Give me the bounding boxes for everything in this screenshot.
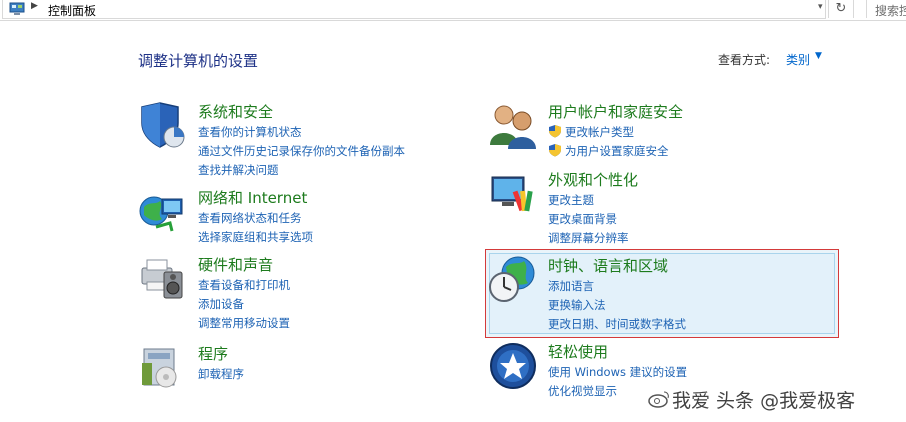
link-network-status[interactable]: 查看网络状态和任务	[198, 209, 313, 228]
link-uninstall-program[interactable]: 卸载程序	[198, 365, 244, 384]
link-devices-printers[interactable]: 查看设备和打印机	[198, 276, 290, 295]
link-label: 为用户设置家庭安全	[565, 144, 669, 158]
breadcrumb-separator-icon[interactable]: ▶	[31, 1, 38, 11]
address-dropdown-icon[interactable]: ▾	[818, 2, 823, 12]
view-by-dropdown[interactable]: 类别	[786, 51, 810, 68]
link-family-safety[interactable]: 为用户设置家庭安全	[548, 142, 669, 161]
clock-globe-icon	[489, 256, 535, 302]
link-troubleshoot[interactable]: 查找并解决问题	[198, 161, 405, 180]
link-windows-suggested-settings[interactable]: 使用 Windows 建议的设置	[548, 363, 687, 382]
link-view-computer-status[interactable]: 查看你的计算机状态	[198, 123, 405, 142]
link-mobility-settings[interactable]: 调整常用移动设置	[198, 314, 290, 333]
uac-shield-icon	[549, 144, 561, 157]
link-screen-resolution[interactable]: 调整屏幕分辨率	[548, 229, 629, 248]
search-placeholder: 搜索控	[875, 4, 906, 18]
link-desktop-background[interactable]: 更改桌面背景	[548, 210, 629, 229]
category-title[interactable]: 硬件和声音	[198, 254, 273, 275]
category-title[interactable]: 轻松使用	[548, 341, 608, 362]
category-title[interactable]: 时钟、语言和区域	[548, 255, 668, 276]
category-title[interactable]: 网络和 Internet	[198, 187, 307, 208]
refresh-button[interactable]: ↻	[828, 0, 854, 18]
programs-box-icon	[142, 348, 177, 388]
category-title[interactable]: 用户帐户和家庭安全	[548, 101, 683, 122]
search-input[interactable]: 搜索控	[866, 0, 906, 18]
link-change-input-method[interactable]: 更换输入法	[548, 296, 686, 315]
view-by-label: 查看方式:	[718, 53, 771, 67]
network-globe-icon	[139, 196, 183, 232]
breadcrumb-control-panel[interactable]: 控制面板	[48, 2, 96, 19]
link-label: 更改帐户类型	[565, 125, 634, 139]
users-icon	[490, 105, 536, 149]
printer-speaker-icon	[141, 259, 183, 299]
link-change-theme[interactable]: 更改主题	[548, 191, 629, 210]
monitor-palette-icon	[491, 176, 533, 212]
watermark-text: 我爱 头条 @我爱极客	[672, 390, 856, 412]
security-shield-icon	[141, 102, 185, 148]
link-add-language[interactable]: 添加语言	[548, 277, 686, 296]
link-homegroup[interactable]: 选择家庭组和共享选项	[198, 228, 313, 247]
category-title[interactable]: 程序	[198, 343, 228, 364]
weibo-logo-icon	[648, 391, 669, 408]
category-title[interactable]: 系统和安全	[198, 101, 273, 122]
control-panel-icon	[9, 2, 25, 15]
link-add-device[interactable]: 添加设备	[198, 295, 290, 314]
uac-shield-icon	[549, 125, 561, 138]
link-file-history[interactable]: 通过文件历史记录保存你的文件备份副本	[198, 142, 405, 161]
ease-of-access-icon	[490, 343, 536, 389]
address-bar: ▶ 控制面板 ▾ ↻ 搜索控	[0, 0, 906, 21]
address-box[interactable]: ▶ 控制面板 ▾	[2, 0, 826, 19]
page-title: 调整计算机的设置	[138, 52, 259, 70]
link-date-time-format[interactable]: 更改日期、时间或数字格式	[548, 315, 686, 334]
link-change-account-type[interactable]: 更改帐户类型	[548, 123, 669, 142]
category-title[interactable]: 外观和个性化	[548, 169, 638, 190]
chevron-down-icon[interactable]: ▼	[815, 51, 822, 61]
